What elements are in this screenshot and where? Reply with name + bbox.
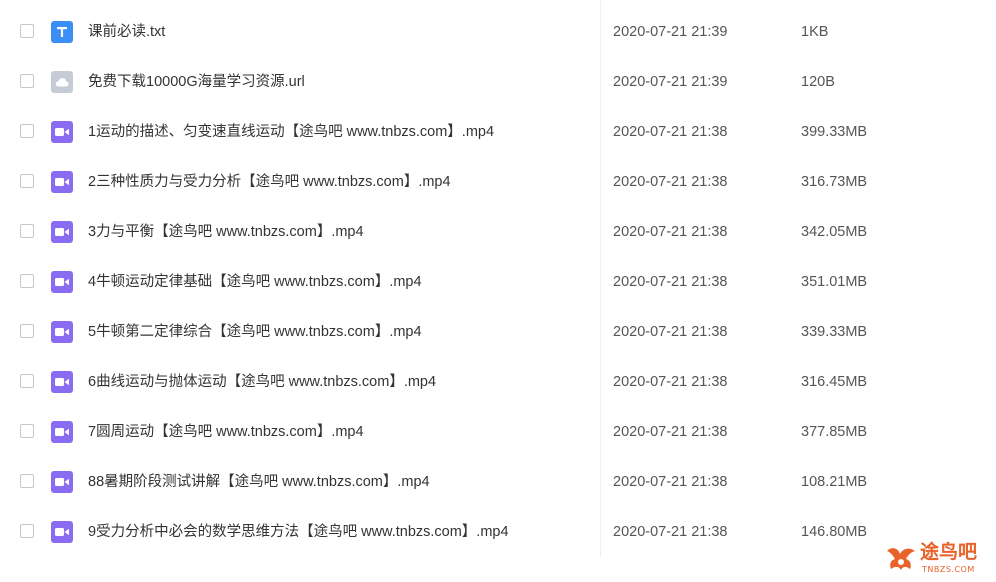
file-modified-date: 2020-07-21 21:38	[613, 324, 728, 340]
video-file-icon	[51, 371, 73, 393]
file-modified-date: 2020-07-21 21:38	[613, 374, 728, 390]
column-divider	[600, 407, 601, 457]
video-file-icon	[51, 321, 73, 343]
file-name[interactable]: 88暑期阶段测试讲解【途鸟吧 www.tnbzs.com】.mp4	[88, 472, 430, 492]
file-size: 146.80MB	[801, 524, 868, 540]
row-checkbox[interactable]	[20, 374, 34, 388]
file-modified-date: 2020-07-21 21:38	[613, 274, 728, 290]
row-checkbox[interactable]	[20, 124, 34, 138]
video-file-icon	[51, 421, 73, 443]
file-list: 上课笔记.url2020-07-21 21:39120B 课前必读.txt 2020…	[0, 0, 996, 557]
file-row[interactable]: 88暑期阶段测试讲解【途鸟吧 www.tnbzs.com】.mp4 2020-07…	[0, 457, 996, 507]
column-divider	[600, 307, 601, 357]
file-row[interactable]: 免费下载10000G海量学习资源.url 2020-07-21 21:39 120B	[0, 57, 996, 107]
row-checkbox[interactable]	[20, 274, 34, 288]
file-list-viewport: 上课笔记.url2020-07-21 21:39120B 课前必读.txt 2020…	[0, 0, 996, 582]
file-name[interactable]: 2三种性质力与受力分析【途鸟吧 www.tnbzs.com】.mp4	[88, 172, 451, 192]
file-size: 377.85MB	[801, 424, 868, 440]
watermark-text: 途鸟吧	[920, 541, 978, 563]
file-name[interactable]: 5牛顿第二定律综合【途鸟吧 www.tnbzs.com】.mp4	[88, 322, 422, 342]
file-modified-date: 2020-07-21 21:38	[613, 224, 728, 240]
file-modified-date: 2020-07-21 21:38	[613, 174, 728, 190]
row-checkbox[interactable]	[20, 424, 34, 438]
video-file-icon	[51, 121, 73, 143]
file-size: 316.73MB	[801, 174, 868, 190]
bird-logo-icon	[887, 548, 915, 570]
watermark-logo: 途鸟吧 TNBZS.COM	[884, 540, 990, 580]
file-size: 1KB	[801, 24, 829, 40]
column-divider	[600, 457, 601, 507]
file-size: 316.45MB	[801, 374, 868, 390]
video-file-icon	[51, 471, 73, 493]
row-checkbox[interactable]	[20, 324, 34, 338]
column-divider	[600, 57, 601, 107]
file-size: 342.05MB	[801, 224, 868, 240]
file-row[interactable]: 7圆周运动【途鸟吧 www.tnbzs.com】.mp4 2020-07-21 2…	[0, 407, 996, 457]
file-size: 339.33MB	[801, 324, 868, 340]
row-checkbox[interactable]	[20, 474, 34, 488]
file-modified-date: 2020-07-21 21:39	[613, 24, 728, 40]
column-divider	[600, 7, 601, 57]
file-row[interactable]: 6曲线运动与抛体运动【途鸟吧 www.tnbzs.com】.mp4 2020-07…	[0, 357, 996, 407]
video-file-icon	[51, 521, 73, 543]
row-checkbox[interactable]	[20, 524, 34, 538]
column-divider	[600, 507, 601, 557]
file-modified-date: 2020-07-21 21:39	[613, 74, 728, 90]
row-checkbox[interactable]	[20, 174, 34, 188]
file-row[interactable]: 5牛顿第二定律综合【途鸟吧 www.tnbzs.com】.mp4 2020-07-…	[0, 307, 996, 357]
file-name[interactable]: 免费下载10000G海量学习资源.url	[88, 72, 305, 92]
video-file-icon	[51, 171, 73, 193]
file-row[interactable]: 上课笔记.url2020-07-21 21:39120B	[0, 0, 996, 7]
file-name[interactable]: 3力与平衡【途鸟吧 www.tnbzs.com】.mp4	[88, 222, 364, 242]
file-modified-date: 2020-07-21 21:38	[613, 124, 728, 140]
text-file-icon	[51, 21, 73, 43]
file-row[interactable]: 4牛顿运动定律基础【途鸟吧 www.tnbzs.com】.mp4 2020-07-…	[0, 257, 996, 307]
column-divider	[600, 257, 601, 307]
file-size: 120B	[801, 74, 835, 90]
file-row[interactable]: 2三种性质力与受力分析【途鸟吧 www.tnbzs.com】.mp4 2020-0…	[0, 157, 996, 207]
column-divider	[600, 0, 601, 7]
column-divider	[600, 157, 601, 207]
file-row[interactable]: 课前必读.txt 2020-07-21 21:39 1KB	[0, 7, 996, 57]
file-modified-date: 2020-07-21 21:38	[613, 524, 728, 540]
file-modified-date: 2020-07-21 21:38	[613, 474, 728, 490]
file-name[interactable]: 9受力分析中必会的数学思维方法【途鸟吧 www.tnbzs.com】.mp4	[88, 522, 509, 542]
video-file-icon	[51, 271, 73, 293]
watermark-subtext: TNBZS.COM	[922, 565, 975, 574]
file-name[interactable]: 课前必读.txt	[88, 22, 165, 42]
file-size: 399.33MB	[801, 124, 868, 140]
file-modified-date: 2020-07-21 21:38	[613, 424, 728, 440]
file-name[interactable]: 7圆周运动【途鸟吧 www.tnbzs.com】.mp4	[88, 422, 364, 442]
file-name[interactable]: 1运动的描述、匀变速直线运动【途鸟吧 www.tnbzs.com】.mp4	[88, 122, 494, 142]
row-checkbox[interactable]	[20, 74, 34, 88]
file-name[interactable]: 4牛顿运动定律基础【途鸟吧 www.tnbzs.com】.mp4	[88, 272, 422, 292]
row-checkbox[interactable]	[20, 224, 34, 238]
column-divider	[600, 107, 601, 157]
row-checkbox[interactable]	[20, 24, 34, 38]
video-file-icon	[51, 221, 73, 243]
file-row[interactable]: 3力与平衡【途鸟吧 www.tnbzs.com】.mp4 2020-07-21 2…	[0, 207, 996, 257]
file-size: 351.01MB	[801, 274, 868, 290]
column-divider	[600, 357, 601, 407]
file-row[interactable]: 9受力分析中必会的数学思维方法【途鸟吧 www.tnbzs.com】.mp4 20…	[0, 507, 996, 557]
link-file-icon	[51, 71, 73, 93]
file-size: 108.21MB	[801, 474, 868, 490]
column-divider	[600, 207, 601, 257]
file-name[interactable]: 6曲线运动与抛体运动【途鸟吧 www.tnbzs.com】.mp4	[88, 372, 436, 392]
file-row[interactable]: 1运动的描述、匀变速直线运动【途鸟吧 www.tnbzs.com】.mp4 202…	[0, 107, 996, 157]
